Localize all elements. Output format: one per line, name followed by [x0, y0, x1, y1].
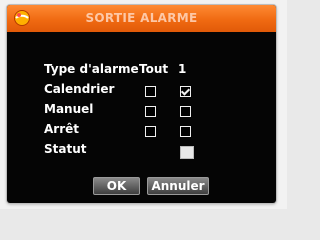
cancel-button[interactable]: Annuler — [147, 177, 209, 195]
checkbox-ch1-arret[interactable] — [180, 126, 191, 137]
checkbox-all-manuel[interactable] — [145, 106, 156, 117]
title-bar: SORTIE ALARME — [7, 5, 276, 32]
alarm-output-dialog: SORTIE ALARME Type d'alarme Tout 1 Calen… — [7, 5, 276, 203]
row-label-arret: Arrêt — [44, 122, 79, 136]
all-column-header: Tout — [139, 62, 169, 76]
status-indicator — [180, 146, 194, 159]
screen: SORTIE ALARME Type d'alarme Tout 1 Calen… — [0, 0, 287, 209]
checkbox-all-arret[interactable] — [145, 126, 156, 137]
channel-1-header: 1 — [178, 62, 187, 76]
dialog-content: Type d'alarme Tout 1 Calendrier Manuel A… — [7, 32, 276, 203]
status-label: Statut — [44, 142, 87, 156]
alarm-type-header: Type d'alarme — [44, 62, 139, 76]
checkbox-ch1-manuel[interactable] — [180, 106, 191, 117]
row-label-manuel: Manuel — [44, 102, 94, 116]
checkbox-all-calendrier[interactable] — [145, 86, 156, 97]
dialog-title: SORTIE ALARME — [85, 11, 198, 25]
checkbox-ch1-calendrier[interactable] — [180, 86, 191, 97]
ok-button[interactable]: OK — [93, 177, 140, 195]
row-label-calendrier: Calendrier — [44, 82, 115, 96]
